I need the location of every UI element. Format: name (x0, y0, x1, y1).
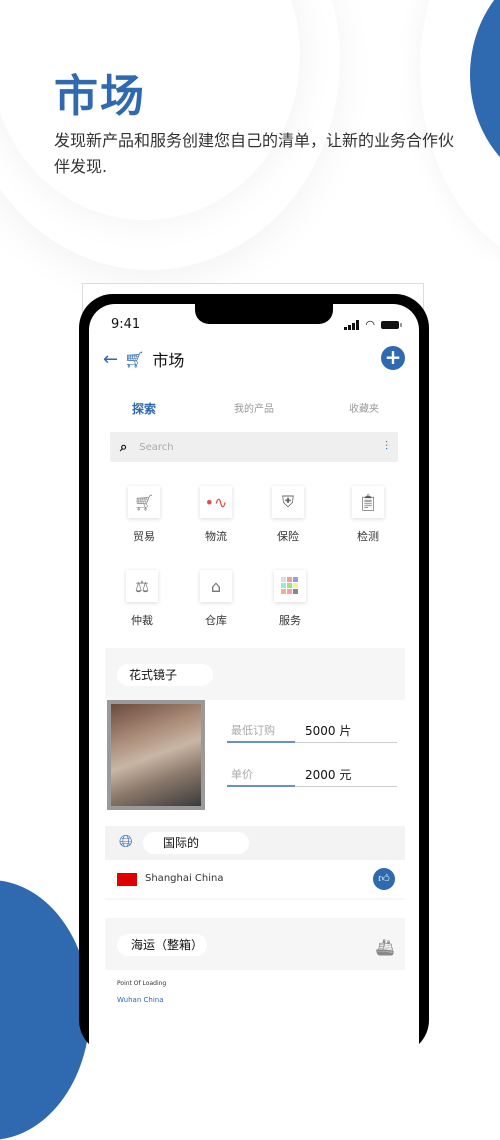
battery-icon (381, 320, 402, 329)
filter-sliders-icon[interactable]: ⫶ (385, 439, 388, 454)
shipping-card[interactable]: 海运（整箱） 🚢︎ Point Of Loading Wuhan China (105, 918, 405, 1054)
product-card[interactable]: 花式镜子 最低订购 5000 片 单价 2000 元 🌐︎ 国际的 Shangh… (105, 648, 405, 900)
location-row: Shanghai China 👍︎ (105, 860, 405, 898)
category-warehouse[interactable]: ⌂ 仓库 (181, 570, 251, 628)
category-logistics[interactable]: •∿ 物流 (181, 486, 251, 544)
phone-screen: 9:41 ◠ ← 🛒︎ 市场 + 探索 我的产品 收藏夹 ⌕ Search ⫶ … (89, 304, 419, 1054)
category-label: 贸易 (133, 530, 155, 543)
shield-check-icon: ⛨ (272, 486, 304, 518)
search-input[interactable]: Search (139, 442, 173, 453)
tab-favorites[interactable]: 收藏夹 (309, 400, 419, 417)
hero-title: 市场 (54, 71, 146, 122)
product-details: 最低订购 5000 片 单价 2000 元 (105, 700, 405, 826)
phone-frame: 9:41 ◠ ← 🛒︎ 市场 + 探索 我的产品 收藏夹 ⌕ Search ⫶ … (79, 294, 429, 1054)
warehouse-icon: ⌂ (200, 570, 232, 602)
status-time: 9:41 (111, 317, 141, 332)
category-arbitration[interactable]: ⚖ 仲裁 (107, 570, 177, 628)
category-services[interactable]: 服务 (255, 570, 325, 628)
thumbs-up-icon: 👍︎ (378, 872, 390, 885)
like-button[interactable]: 👍︎ (373, 868, 395, 890)
cart-icon: 🛒︎ (128, 486, 160, 518)
grid-colors-icon (274, 570, 306, 602)
china-flag-icon (117, 873, 137, 886)
shipping-title: 海运（整箱） (117, 934, 207, 956)
category-label: 服务 (279, 614, 301, 627)
wifi-icon: ◠ (365, 318, 375, 331)
category-trade[interactable]: 🛒︎ 贸易 (109, 486, 179, 544)
category-insurance[interactable]: ⛨ 保险 (253, 486, 323, 544)
point-of-loading-value: Wuhan China (117, 996, 164, 1004)
category-inspection[interactable]: 📋︎ 检测 (333, 486, 403, 544)
min-order-field: 最低订购 5000 片 (227, 720, 397, 743)
product-image[interactable] (107, 700, 205, 810)
cargo-ship-icon: 🚢︎ (374, 938, 395, 957)
category-label: 仓库 (205, 614, 227, 627)
min-order-value: 5000 片 (305, 724, 352, 738)
notch (195, 304, 333, 324)
hero-description: 发现新产品和服务创建您自己的清单，让新的业务合作伙伴发现. (54, 131, 455, 176)
field-underline (227, 785, 295, 787)
search-bar[interactable]: ⌕ Search ⫶ (110, 432, 398, 462)
plus-icon: + (384, 345, 402, 369)
category-label: 保险 (277, 530, 299, 543)
scope-row: 🌐︎ 国际的 (105, 826, 405, 860)
location-text: Shanghai China (145, 873, 224, 884)
field-underline (227, 741, 295, 743)
price-label: 单价 (231, 768, 253, 781)
nav-bar: ← 🛒︎ 市场 + (103, 344, 405, 374)
tab-explore[interactable]: 探索 (89, 400, 199, 417)
arrow-left-icon[interactable]: ← (103, 349, 118, 370)
inspection-icon: 📋︎ (352, 486, 384, 518)
scope-label: 国际的 (143, 832, 249, 854)
route-pin-icon: •∿ (200, 486, 232, 518)
status-icons: ◠ (344, 318, 402, 331)
tab-my-products[interactable]: 我的产品 (199, 400, 309, 417)
bg-blue-circle (0, 880, 90, 1140)
shipping-details: Point Of Loading Wuhan China (105, 970, 405, 1054)
signal-icon (344, 319, 360, 330)
min-order-label: 最低订购 (231, 724, 275, 737)
product-name: 花式镜子 (117, 664, 213, 686)
price-field: 单价 2000 元 (227, 764, 397, 787)
category-label: 检测 (357, 530, 379, 543)
category-label: 物流 (205, 530, 227, 543)
globe-icon: 🌐︎ (119, 832, 133, 852)
scales-icon: ⚖ (126, 570, 158, 602)
search-icon: ⌕ (120, 439, 128, 455)
tab-bar: 探索 我的产品 收藏夹 (89, 400, 419, 417)
point-of-loading-label: Point Of Loading (117, 980, 167, 987)
category-label: 仲裁 (131, 614, 153, 627)
nav-title: 市场 (152, 351, 185, 370)
price-value: 2000 元 (305, 768, 352, 782)
cart-icon: 🛒︎ (124, 349, 145, 369)
add-button[interactable]: + (381, 346, 405, 370)
